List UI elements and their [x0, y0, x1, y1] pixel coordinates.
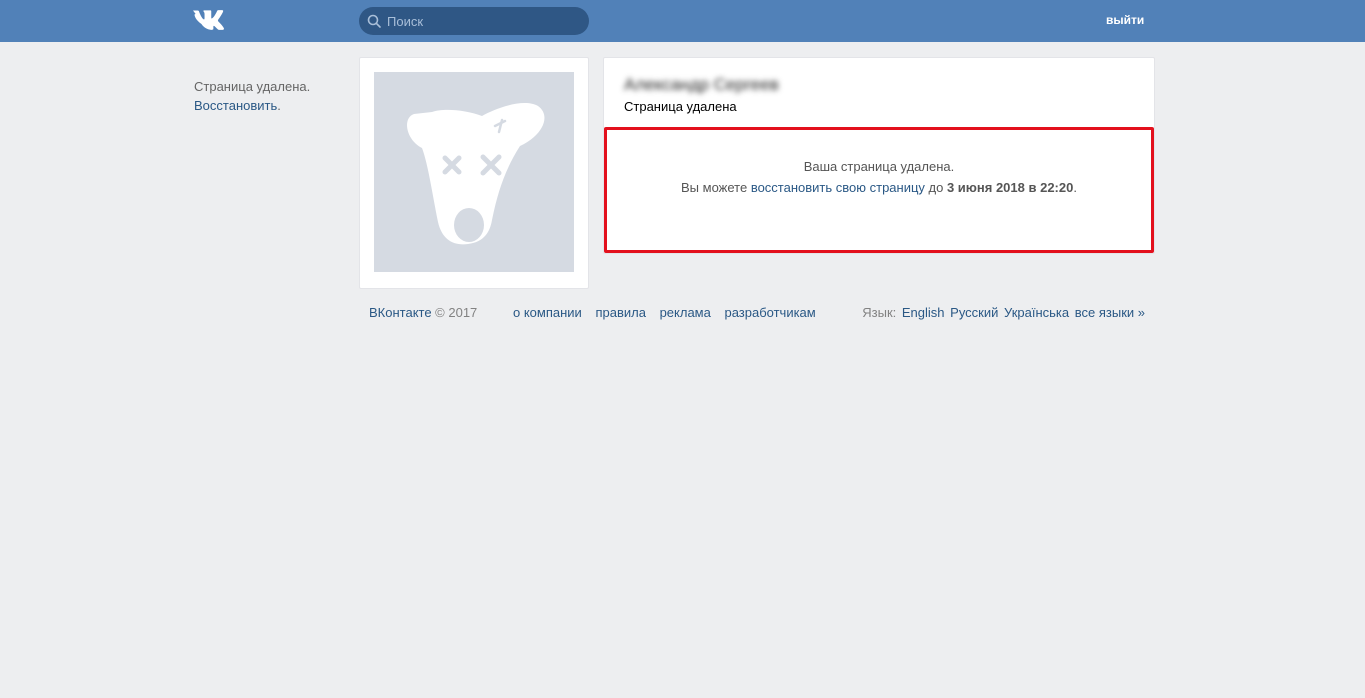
sidebar: Страница удалена. Восстановить. — [194, 77, 344, 115]
search-input[interactable] — [387, 7, 582, 35]
language-english[interactable]: English — [902, 305, 945, 320]
language-label: Язык: — [862, 305, 897, 320]
restore-deadline: 3 июня 2018 в 22:20 — [946, 180, 1074, 195]
profile-name-blurred: Александр Сергеев — [624, 75, 779, 94]
search-box[interactable] — [359, 7, 589, 35]
footer-link-about[interactable]: о компании — [513, 305, 582, 320]
footer-brand-link[interactable]: ВКонтакте — [369, 305, 432, 320]
language-all[interactable]: все языки » — [1075, 305, 1145, 320]
sidebar-status-text: Страница удалена. — [194, 79, 311, 94]
footer-languages: Язык: English Русский Українська все язы… — [862, 305, 1145, 320]
footer-link-ads[interactable]: реклама — [660, 305, 711, 320]
notice-line2: Вы можете восстановить свою страницу до … — [607, 177, 1151, 198]
top-navigation-bar: выйти — [0, 0, 1365, 42]
sidebar-restore-row: Восстановить. — [194, 96, 344, 115]
footer-link-rules[interactable]: правила — [595, 305, 645, 320]
notice-line2-mid: до — [924, 180, 947, 195]
notice-line2-prefix: Вы можете — [681, 180, 751, 195]
vk-logo-icon[interactable] — [193, 9, 229, 33]
language-ukrainian[interactable]: Українська — [1004, 305, 1069, 320]
footer-link-developers[interactable]: разработчикам — [724, 305, 815, 320]
profile-status: Страница удалена — [624, 99, 737, 114]
notice-line2-suffix: . — [1073, 180, 1077, 195]
deletion-notice: Ваша страница удалена. Вы можете восстан… — [604, 127, 1154, 253]
profile-info-card: Александр Сергеев Страница удалена Ваша … — [603, 57, 1155, 254]
restore-page-link[interactable]: восстановить свою страницу — [751, 180, 925, 195]
notice-line1: Ваша страница удалена. — [803, 159, 955, 174]
footer-copyright-year: © 2017 — [431, 305, 478, 320]
language-russian[interactable]: Русский — [950, 305, 998, 320]
profile-photo-card — [359, 57, 589, 289]
deleted-avatar — [374, 72, 574, 272]
sidebar-restore-link[interactable]: Восстановить — [194, 98, 277, 113]
sidebar-restore-suffix: . — [277, 98, 281, 113]
logout-link[interactable]: выйти — [1106, 13, 1144, 27]
footer-links: о компании правила реклама разработчикам — [513, 305, 826, 320]
search-icon — [367, 14, 381, 28]
dead-dog-icon — [407, 103, 545, 245]
footer-copyright: ВКонтакте © 2017 — [369, 305, 477, 320]
